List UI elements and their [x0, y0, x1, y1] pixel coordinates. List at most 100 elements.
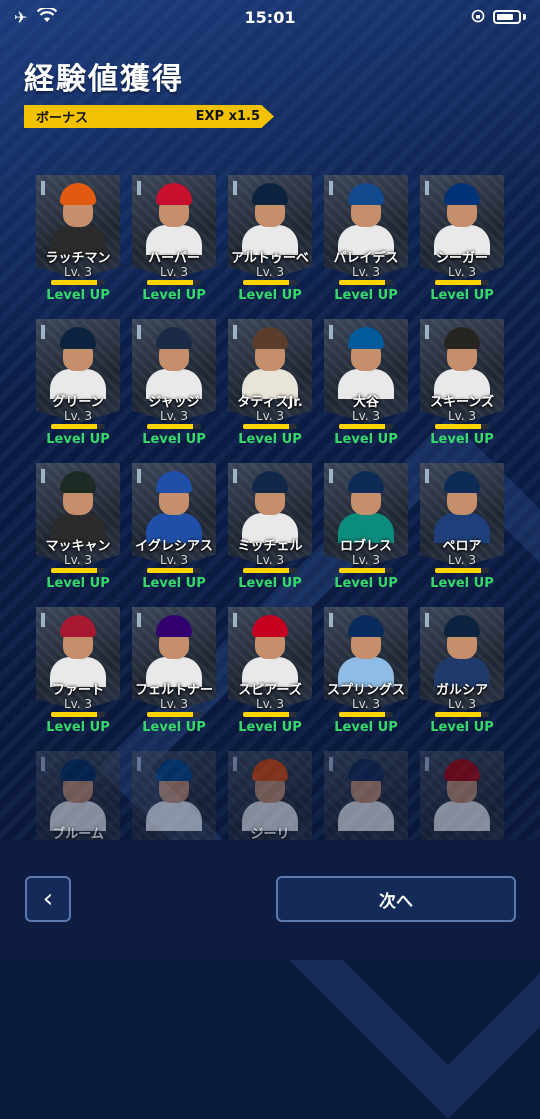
player-card[interactable]: ロブレス Lv. 3 Level UP — [324, 463, 408, 593]
card-tag — [233, 757, 237, 771]
level-up-label: Level UP — [430, 720, 494, 735]
player-name: アルトゥーベ — [231, 251, 309, 266]
player-name: タティスJr. — [237, 395, 303, 410]
player-card[interactable]: ミッチェル Lv. 3 Level UP — [228, 463, 312, 593]
page-title: 経験値獲得 — [24, 62, 184, 97]
player-card[interactable]: アルトゥーベ Lv. 3 Level UP — [228, 175, 312, 305]
player-helmet — [60, 327, 96, 349]
player-level: Lv. 3 — [255, 265, 285, 279]
level-up-label: Level UP — [430, 576, 494, 591]
card-tag — [329, 181, 333, 195]
player-portrait — [146, 327, 202, 399]
player-card[interactable]: スピアーズ Lv. 3 Level UP — [228, 607, 312, 737]
bonus-label: ボーナス — [36, 111, 89, 126]
player-card[interactable]: グリーン Lv. 3 Level UP — [36, 319, 120, 449]
level-up-label: Level UP — [238, 720, 302, 735]
level-up-label: Level UP — [46, 720, 110, 735]
level-up-label: Level UP — [430, 432, 494, 447]
player-level: Lv. 3 — [255, 409, 285, 423]
xp-bar-fill — [435, 712, 481, 717]
player-card[interactable]: ハーパー Lv. 3 Level UP — [132, 175, 216, 305]
player-portrait — [338, 471, 394, 543]
card-tag — [233, 181, 237, 195]
back-button[interactable]: ‹ — [25, 876, 71, 922]
player-name: ファート — [51, 683, 104, 698]
player-portrait — [146, 471, 202, 543]
player-card[interactable]: ジャッジ Lv. 3 Level UP — [132, 319, 216, 449]
player-card[interactable]: スキーンズ Lv. 3 Level UP — [420, 319, 504, 449]
xp-bar — [339, 280, 393, 285]
player-card-grid: ラッチマン Lv. 3 Level UP ハーパー Lv. 3 Level UP アルトゥー… — [36, 175, 508, 881]
player-card[interactable]: 大谷 Lv. 3 Level UP — [324, 319, 408, 449]
xp-bar — [339, 568, 393, 573]
player-card[interactable]: ラッチマン Lv. 3 Level UP — [36, 175, 120, 305]
player-portrait — [434, 615, 490, 687]
player-card[interactable]: スプリングス Lv. 3 Level UP — [324, 607, 408, 737]
player-helmet — [444, 327, 480, 349]
level-up-label: Level UP — [238, 432, 302, 447]
player-portrait — [338, 183, 394, 255]
player-level: Lv. 3 — [159, 697, 189, 711]
player-helmet — [156, 615, 192, 637]
player-portrait — [242, 471, 298, 543]
player-portrait — [50, 471, 106, 543]
player-name: スキーンズ — [429, 395, 495, 410]
card-tag — [137, 469, 141, 483]
card-tag — [329, 757, 333, 771]
player-card[interactable]: ペロア Lv. 3 Level UP — [420, 463, 504, 593]
player-card[interactable]: タティスJr. Lv. 3 Level UP — [228, 319, 312, 449]
player-card[interactable]: イグレシアス Lv. 3 Level UP — [132, 463, 216, 593]
player-helmet — [60, 615, 96, 637]
player-portrait — [338, 759, 394, 831]
xp-bar-fill — [51, 712, 97, 717]
player-name: シーガー — [435, 251, 488, 266]
player-helmet — [348, 327, 384, 349]
card-tag — [329, 469, 333, 483]
xp-bar-fill — [51, 568, 97, 573]
xp-bar — [435, 568, 489, 573]
player-name: パレイデス — [333, 251, 399, 266]
level-up-label: Level UP — [46, 288, 110, 303]
player-jersey — [434, 801, 490, 831]
xp-bar — [51, 712, 105, 717]
xp-bar — [147, 424, 201, 429]
player-card[interactable]: マッキャン Lv. 3 Level UP — [36, 463, 120, 593]
card-tag — [137, 757, 141, 771]
player-level: Lv. 3 — [159, 553, 189, 567]
player-portrait — [434, 471, 490, 543]
player-card[interactable]: シーガー Lv. 3 Level UP — [420, 175, 504, 305]
player-level: Lv. 3 — [63, 553, 93, 567]
card-tag — [137, 181, 141, 195]
player-name: グリーン — [52, 395, 104, 410]
level-up-label: Level UP — [46, 432, 110, 447]
chevron-left-icon: ‹ — [42, 884, 54, 914]
player-helmet — [156, 471, 192, 493]
player-portrait — [338, 327, 394, 399]
level-up-label: Level UP — [142, 432, 206, 447]
xp-bar-fill — [243, 280, 289, 285]
player-name: スピアーズ — [238, 683, 302, 698]
player-helmet — [348, 471, 384, 493]
card-tag — [329, 325, 333, 339]
player-name: ハーパー — [148, 251, 200, 266]
level-up-label: Level UP — [238, 288, 302, 303]
xp-bar-fill — [435, 568, 481, 573]
xp-bar — [435, 424, 489, 429]
player-name: ガルシア — [435, 683, 488, 698]
next-button[interactable]: 次へ — [276, 876, 516, 922]
player-level: Lv. 3 — [255, 697, 285, 711]
xp-bar-fill — [243, 424, 289, 429]
player-level: Lv. 3 — [63, 697, 93, 711]
player-portrait — [50, 759, 106, 831]
player-portrait — [50, 615, 106, 687]
player-name: フェルトナー — [134, 683, 213, 698]
player-card[interactable]: フェルトナー Lv. 3 Level UP — [132, 607, 216, 737]
card-tag — [137, 325, 141, 339]
player-helmet — [60, 759, 96, 781]
xp-bar — [243, 712, 297, 717]
player-card[interactable]: パレイデス Lv. 3 Level UP — [324, 175, 408, 305]
xp-bar-fill — [51, 280, 97, 285]
card-tag — [137, 613, 141, 627]
player-card[interactable]: ガルシア Lv. 3 Level UP — [420, 607, 504, 737]
player-card[interactable]: ファート Lv. 3 Level UP — [36, 607, 120, 737]
